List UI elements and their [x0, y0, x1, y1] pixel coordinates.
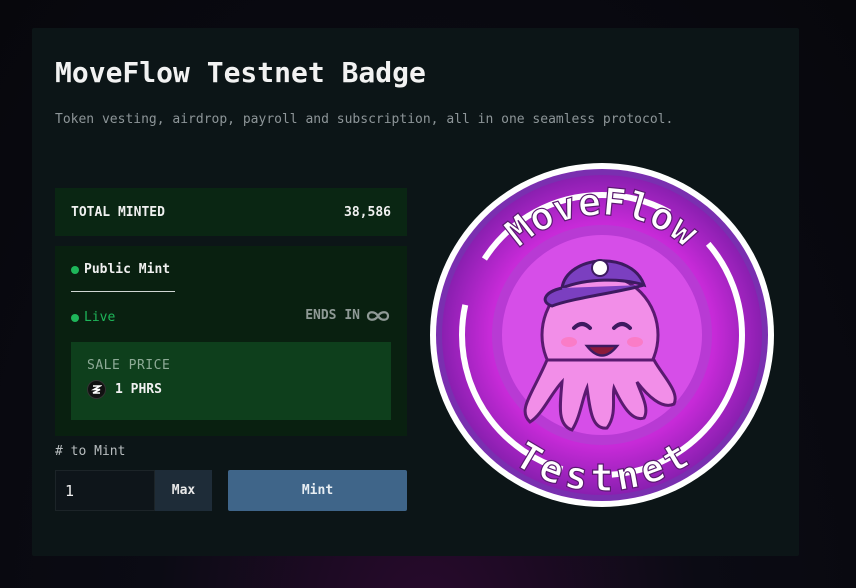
live-status: Live: [71, 310, 115, 325]
infinity-icon: [366, 310, 390, 321]
mint-card: MoveFlow Testnet Badge Token vesting, ai…: [32, 28, 799, 556]
tab-public-mint[interactable]: Public Mint: [71, 262, 170, 277]
status-dot-icon: [71, 265, 79, 274]
ends-in: ENDS IN: [305, 308, 391, 323]
tab-underline: [71, 291, 175, 292]
sale-price-value: 1 PHRS: [115, 382, 162, 397]
ends-in-label: ENDS IN: [305, 308, 360, 323]
quantity-input[interactable]: [55, 470, 155, 511]
total-minted-value: 38,586: [344, 204, 391, 220]
sale-price-label: SALE PRICE: [87, 358, 171, 373]
mint-phase-panel: Public Mint Live ENDS IN SALE PRICE 1 PH…: [55, 246, 407, 436]
phrs-token-icon: [87, 380, 106, 399]
page-title: MoveFlow Testnet Badge: [55, 56, 426, 89]
total-minted-label: TOTAL MINTED: [71, 204, 165, 220]
mint-button[interactable]: Mint: [228, 470, 407, 511]
total-minted-box: TOTAL MINTED 38,586: [55, 188, 407, 236]
moveflow-badge-image: MoveFlow Testnet: [430, 163, 774, 507]
tab-label: Public Mint: [84, 262, 171, 277]
live-dot-icon: [71, 313, 79, 322]
live-label: Live: [84, 310, 116, 325]
sale-price-box: SALE PRICE 1 PHRS: [71, 342, 391, 420]
sale-price: 1 PHRS: [87, 380, 375, 399]
page-subtitle: Token vesting, airdrop, payroll and subs…: [55, 112, 674, 127]
max-button[interactable]: Max: [155, 470, 212, 511]
quantity-label: # to Mint: [55, 444, 126, 459]
